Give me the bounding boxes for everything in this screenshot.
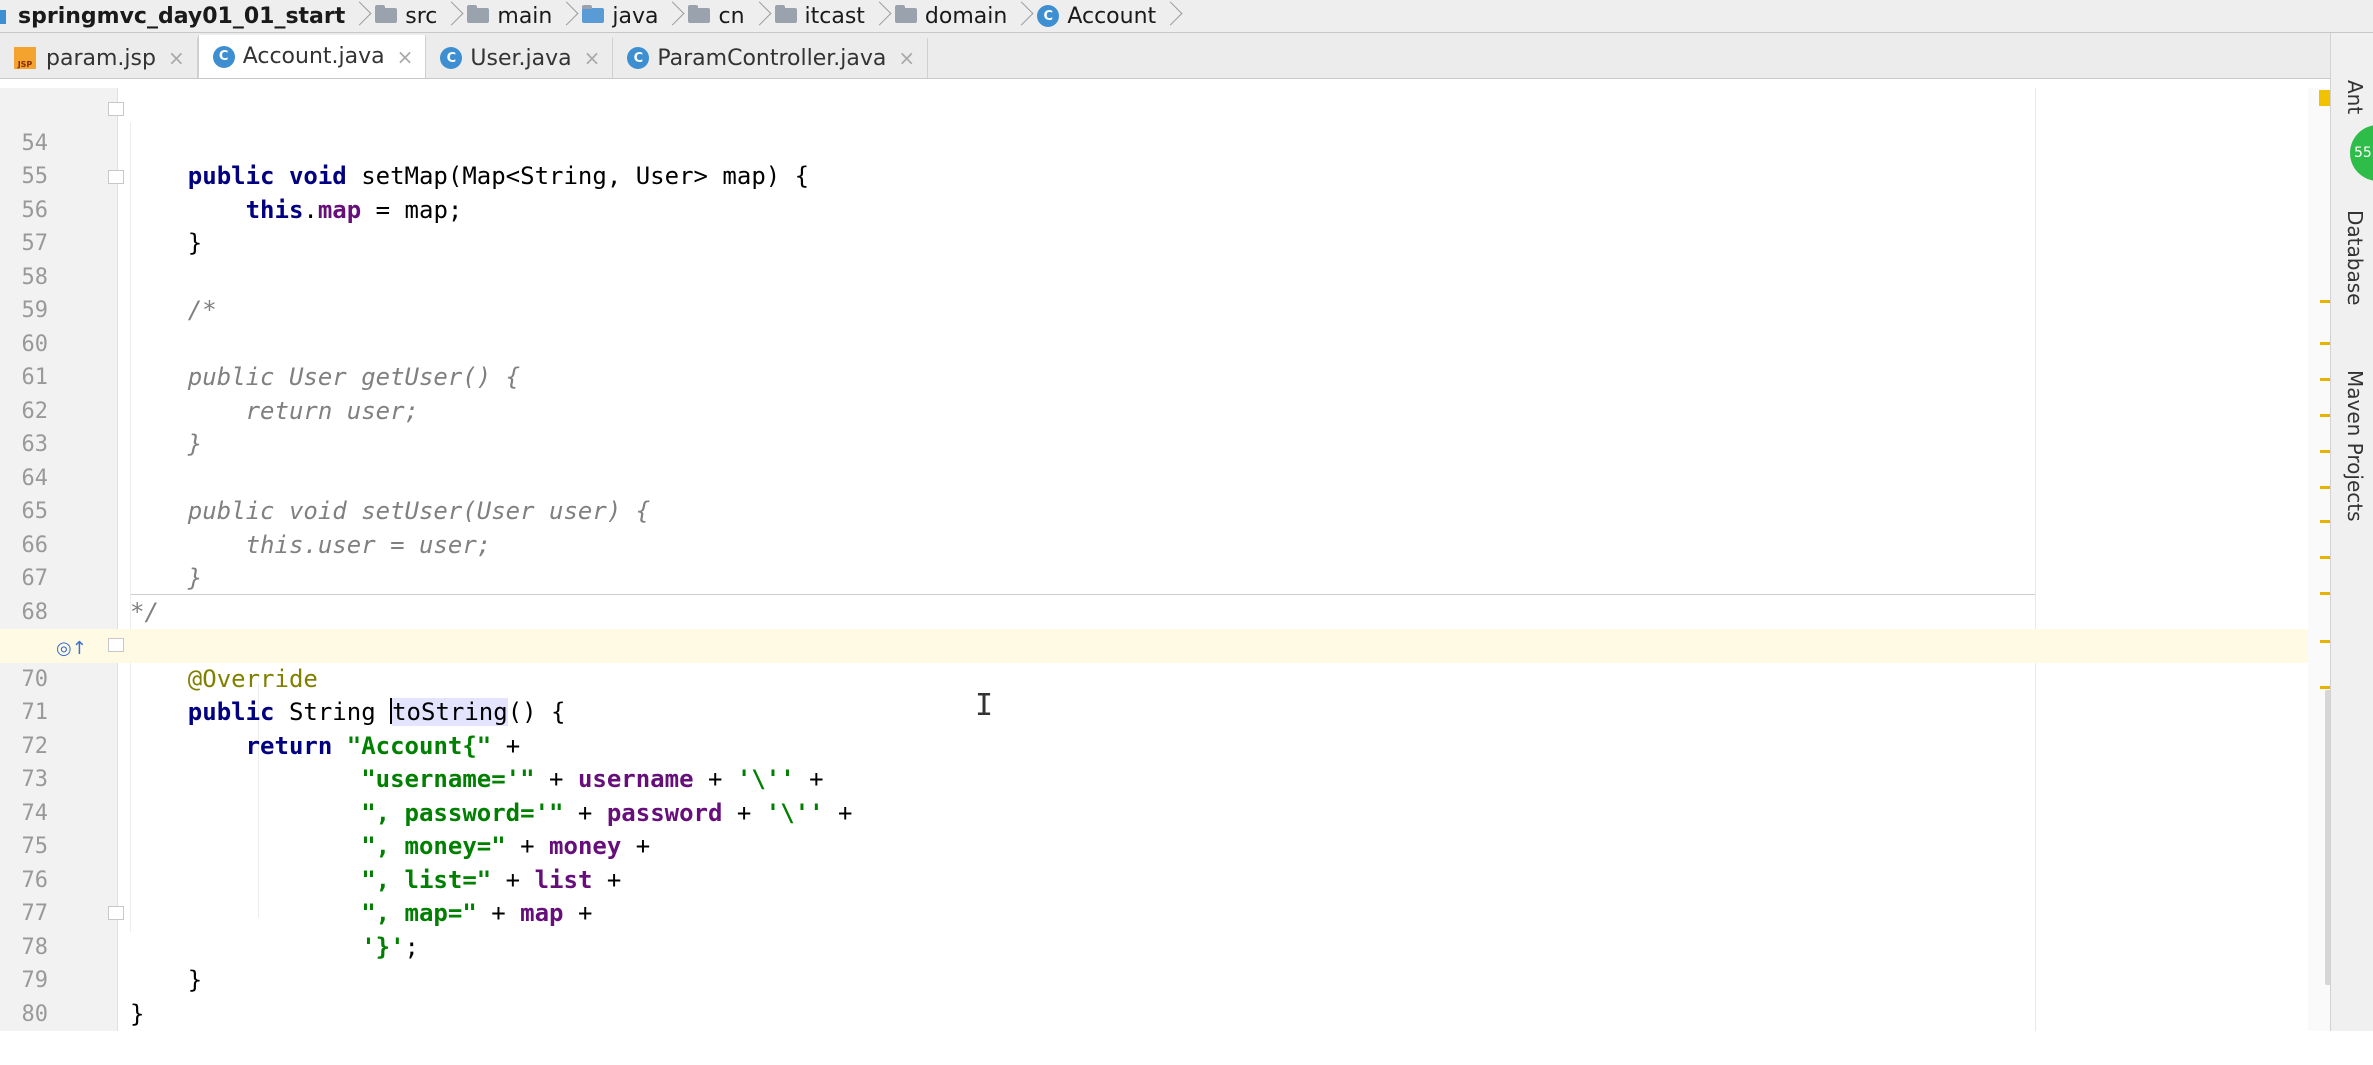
- breadcrumb-itcast[interactable]: itcast: [769, 0, 871, 32]
- right-tool-window-bar: [2330, 33, 2373, 1031]
- fold-marker-icon[interactable]: [108, 906, 124, 920]
- class-icon: C: [1037, 5, 1060, 27]
- breadcrumb: springmvc_day01_01_start src main java c…: [0, 0, 2373, 33]
- breadcrumb-separator: [1162, 0, 1176, 32]
- breadcrumb-separator: [871, 0, 885, 32]
- code-line-79[interactable]: 79 }: [0, 931, 2330, 1028]
- code-line-69[interactable]: 69 @Override: [0, 596, 2330, 693]
- code-line-63[interactable]: 63: [0, 395, 2330, 457]
- breadcrumb-label: Account: [1067, 3, 1157, 29]
- breadcrumb-label: main: [497, 3, 553, 29]
- database-tool-tab[interactable]: Database: [2343, 210, 2367, 305]
- breadcrumb-cn[interactable]: cn: [682, 0, 750, 32]
- breadcrumb-label: domain: [924, 3, 1008, 29]
- breadcrumb-separator: [351, 0, 365, 32]
- code-line-80[interactable]: 80: [0, 964, 2330, 1027]
- breadcrumb-label: src: [405, 3, 438, 29]
- close-icon[interactable]: ×: [397, 45, 414, 69]
- fold-marker-icon[interactable]: [108, 638, 124, 652]
- code-line-66[interactable]: 66 }: [0, 495, 2330, 593]
- code-line-56[interactable]: 56 }: [0, 160, 2330, 258]
- override-method-icon[interactable]: ◎↑: [56, 638, 87, 659]
- code-line-76[interactable]: 76 ", map=" + map +: [0, 830, 2330, 928]
- breadcrumb-separator: [558, 0, 572, 32]
- code-line-74[interactable]: 74 ", money=" + money +: [0, 763, 2330, 861]
- breadcrumb-separator: [1013, 0, 1027, 32]
- code-line-71[interactable]: 71 return "Account{" +: [0, 663, 2330, 760]
- code-line-55[interactable]: 55 this.map = map;: [0, 127, 2330, 224]
- breadcrumb-label: cn: [718, 3, 745, 29]
- package-icon: [774, 4, 797, 23]
- code-line-77[interactable]: 77 '}';: [0, 864, 2330, 961]
- java-class-icon: C: [627, 47, 650, 69]
- code-line-64[interactable]: 64 public void setUser(User user) {: [0, 428, 2330, 526]
- code-line-67[interactable]: 67 */: [0, 529, 2330, 626]
- tab-label: param.jsp: [46, 45, 156, 71]
- code-line-78[interactable]: 78 }: [0, 897, 2330, 995]
- tab-param-jsp[interactable]: JSP param.jsp ×: [0, 38, 198, 78]
- package-icon: [894, 4, 917, 23]
- close-icon[interactable]: ×: [168, 46, 185, 70]
- folder-icon: [467, 4, 490, 23]
- java-class-icon: C: [440, 47, 463, 69]
- line-number: 80: [21, 1001, 49, 1027]
- code-text: }: [130, 999, 145, 1028]
- tab-label: User.java: [470, 45, 572, 71]
- fold-marker-icon[interactable]: [108, 102, 124, 116]
- folder-icon: [375, 4, 398, 23]
- breadcrumb-domain[interactable]: domain: [889, 0, 1013, 32]
- breadcrumb-java[interactable]: java: [576, 0, 664, 32]
- code-line-65[interactable]: 65 this.user = user;: [0, 462, 2330, 559]
- tab-paramcontroller-java[interactable]: C ParamController.java ×: [613, 38, 929, 78]
- package-icon: [688, 4, 711, 23]
- code-line-68[interactable]: 68: [0, 562, 2330, 625]
- editor-tab-bar: JSP param.jsp × C Account.java × C User.…: [0, 33, 2330, 79]
- breadcrumb-separator: [751, 0, 765, 32]
- code-line-59[interactable]: 59: [0, 261, 2330, 323]
- close-icon[interactable]: ×: [584, 46, 601, 70]
- code-line-75[interactable]: 75 ", list=" + list +: [0, 797, 2330, 894]
- code-line-57[interactable]: 57: [0, 194, 2330, 256]
- code-line-70-current[interactable]: 70 public String toString() {: [0, 629, 2330, 726]
- code-line-58[interactable]: 58 /*: [0, 227, 2330, 325]
- breadcrumb-label: itcast: [804, 3, 865, 29]
- close-icon[interactable]: ×: [898, 46, 915, 70]
- code-line-54[interactable]: 54 public void setMap(Map<String, User> …: [0, 93, 2330, 191]
- fold-marker-icon[interactable]: [108, 170, 124, 184]
- breadcrumb-separator: [443, 0, 457, 32]
- maven-projects-tool-tab[interactable]: Maven Projects: [2343, 370, 2367, 522]
- code-line-61[interactable]: 61 return user;: [0, 328, 2330, 425]
- java-class-icon: C: [212, 45, 235, 68]
- tab-user-java[interactable]: C User.java ×: [426, 38, 614, 78]
- maven-tab-label: Maven Projects: [2343, 370, 2367, 522]
- tab-label: Account.java: [242, 44, 385, 69]
- breadcrumb-separator: [664, 0, 678, 32]
- jsp-file-icon: JSP: [14, 47, 36, 69]
- breadcrumb-project[interactable]: springmvc_day01_01_start: [0, 0, 351, 32]
- ant-tool-tab[interactable]: Ant: [2343, 80, 2367, 114]
- tab-account-java[interactable]: C Account.java ×: [197, 35, 427, 78]
- breadcrumb-label: java: [612, 3, 659, 29]
- code-line-72[interactable]: 72 "username='" + username + '\'' +: [0, 696, 2330, 794]
- breadcrumb-class[interactable]: C Account: [1031, 0, 1162, 32]
- tab-label: ParamController.java: [657, 45, 887, 71]
- breadcrumb-src[interactable]: src: [369, 0, 443, 32]
- code-line-62[interactable]: 62 }: [0, 361, 2330, 459]
- database-tab-label: Database: [2343, 210, 2367, 306]
- mouse-ibeam-icon: I: [975, 688, 994, 723]
- project-marker: [0, 10, 6, 24]
- code-line-73[interactable]: 73 ", password='" + password + '\'' +: [0, 730, 2330, 827]
- breadcrumb-main[interactable]: main: [461, 0, 558, 32]
- code-line-60[interactable]: 60 public User getUser() {: [0, 294, 2330, 392]
- source-folder-icon: [582, 4, 605, 23]
